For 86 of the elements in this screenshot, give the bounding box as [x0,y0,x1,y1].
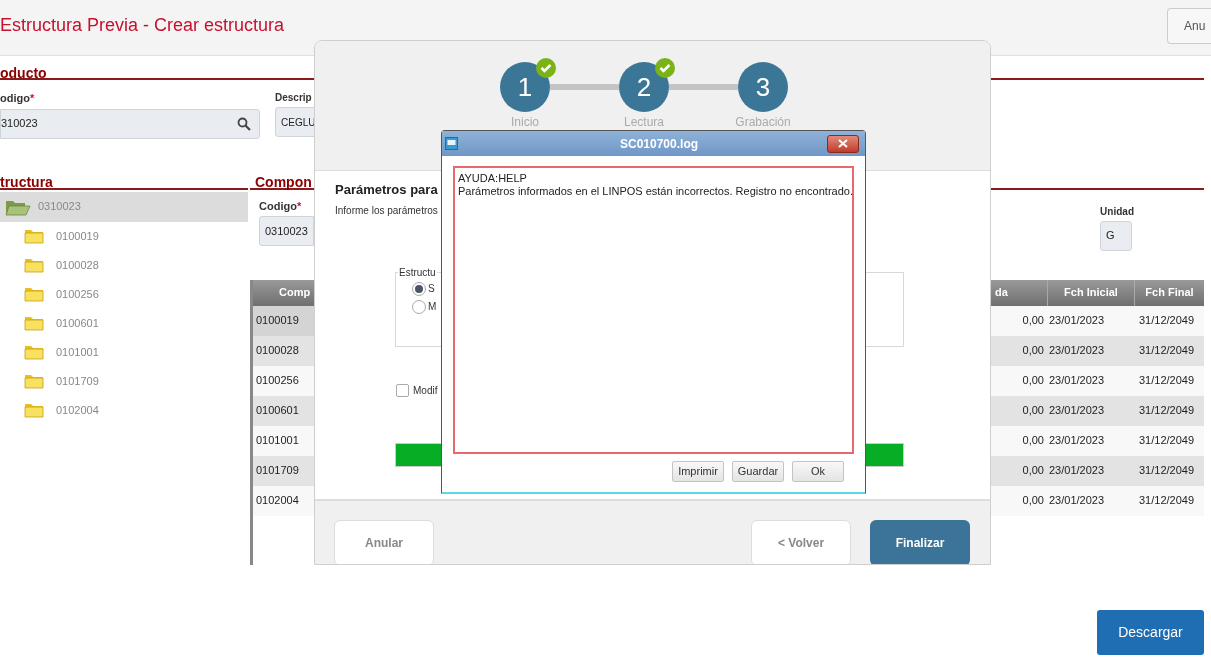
table-cell-text: 0101709 [255,463,300,479]
table-cell-text: 23/01/2023 [1048,343,1106,359]
table-cell-text: 23/01/2023 [1048,433,1106,449]
tree-item[interactable]: 0102004 [0,395,248,425]
dialog-button[interactable]: Imprimir [672,461,724,482]
unit-field[interactable]: G [1100,220,1133,251]
folder-icon [24,402,44,418]
window-icon [445,137,458,150]
folder-icon [24,373,44,389]
folder-icon [24,315,44,331]
code-field[interactable]: 310023 [0,108,260,139]
radio-label: S [428,282,435,296]
field-label: Descrip [275,91,313,105]
check-icon [536,58,556,78]
field-label: Codigo* [259,198,303,214]
table-cell-text: 23/01/2023 [1048,403,1106,419]
table-cell-text: 0,00 [1021,313,1045,329]
table-cell-text: 23/01/2023 [1048,313,1106,329]
table-cell-text: 0102004 [255,493,300,509]
step-label: Inicio [511,116,539,129]
table-cell-text: 23/01/2023 [1048,373,1106,389]
table-cell-text: 31/12/2049 [1138,373,1196,389]
table-cell-text: 31/12/2049 [1138,403,1196,419]
dialog-button[interactable]: Guardar [732,461,784,482]
log-text-area[interactable]: AYUDA:HELP Parámetros informados en el LINPOS están incorrectos. Registro no encontrado. [453,166,854,454]
field-label: Unidad [1100,204,1134,219]
column-header[interactable]: Comp [253,279,317,306]
tree-item[interactable]: 0100028 [0,250,248,280]
search-icon[interactable] [237,116,251,131]
dialog-heading: Parámetros para [335,181,438,199]
folder-icon [24,228,44,244]
close-button[interactable] [827,134,859,153]
folder-icon [24,257,44,273]
table-cell-text: 0100256 [255,373,300,389]
table-cell-text: 0,00 [1021,463,1045,479]
step-label: Grabación [735,116,791,129]
dialog-button[interactable]: Ok [792,461,844,482]
tree-item[interactable]: 0100019 [0,221,248,251]
table-cell-text: 0100601 [255,403,300,419]
radio-button[interactable] [412,281,426,296]
back-button[interactable]: < Volver [751,520,851,564]
table-cell-text: 23/01/2023 [1048,493,1106,509]
table-cell-text: 0101001 [255,433,300,449]
tree-item[interactable]: 0101709 [0,366,248,396]
check-icon [655,58,675,78]
finish-button[interactable]: Finalizar [870,520,970,564]
table-cell-text: 31/12/2049 [1138,463,1196,479]
section-heading: tructura [0,173,53,190]
folder-icon [24,286,44,302]
group-label: Estructu [398,265,437,280]
code-field[interactable]: 0310023 [259,216,314,246]
table-cell-text: 31/12/2049 [1138,343,1196,359]
tree-item[interactable]: 0100601 [0,308,248,338]
section-heading: oducto [0,65,47,81]
radio-button[interactable] [412,299,426,314]
tree-item[interactable]: 0310023 [0,191,248,222]
radio-label: M [428,300,437,314]
checkbox[interactable] [396,383,409,397]
log-line: AYUDA:HELP [458,172,528,185]
close-icon [838,139,848,148]
table-cell-text: 0,00 [1021,433,1045,449]
page-title: Estructura Previa - Crear estructura [0,14,285,37]
tree-item[interactable]: 0100256 [0,279,248,309]
column-header[interactable]: Fch Inicial [1048,279,1135,306]
table-cell-text: 31/12/2049 [1138,433,1196,449]
tree-item[interactable]: 0101001 [0,337,248,367]
column-header[interactable]: Fch Final [1135,279,1204,306]
table-cell: 0100019 [253,305,317,336]
table-cell-text: 0,00 [1021,373,1045,389]
dialog-subtitle: Informe los parámetros [335,203,438,218]
step-label: Lectura [624,116,664,129]
folder-icon [24,344,44,360]
cancel-button[interactable]: Anu [1167,8,1211,44]
table-cell-text: 23/01/2023 [1048,463,1106,479]
download-button[interactable]: Descargar [1097,610,1204,655]
table-cell-text: 0100028 [255,343,300,359]
table-cell-text: 0,00 [1021,493,1045,509]
section-heading: Compon [255,173,312,190]
field-label: odigo* [0,91,36,106]
table-cell-text: 0,00 [1021,343,1045,359]
table-cell-text: 31/12/2049 [1138,313,1196,329]
table-cell-text: 0,00 [1021,403,1045,419]
checkbox-label: Modif [413,383,438,398]
table-cell-text: 31/12/2049 [1138,493,1196,509]
cancel-button[interactable]: Anular [334,520,434,564]
dialog-title: SC010700.log [620,135,699,153]
